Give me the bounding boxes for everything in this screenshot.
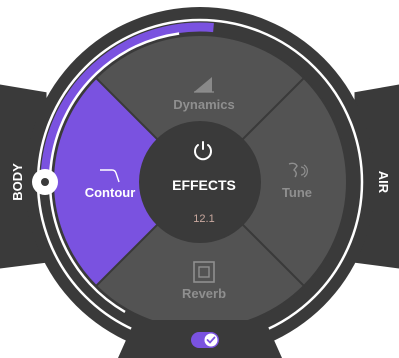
segment-label-tune: Tune xyxy=(282,185,312,200)
effects-title: EFFECTS xyxy=(172,177,236,193)
body-knob-handle[interactable] xyxy=(32,169,58,195)
body-label: BODY xyxy=(10,163,25,201)
bottom-toggle[interactable] xyxy=(191,332,219,348)
air-label: AIR xyxy=(376,171,391,194)
segment-label-reverb: Reverb xyxy=(182,286,226,301)
segment-label-contour: Contour xyxy=(85,185,136,200)
effects-value: 12.1 xyxy=(193,213,214,225)
segment-label-dynamics: Dynamics xyxy=(173,97,234,112)
effects-dial-panel: BODY AIR Dynamics Tune Reverb Contour EFFEC… xyxy=(0,7,399,358)
